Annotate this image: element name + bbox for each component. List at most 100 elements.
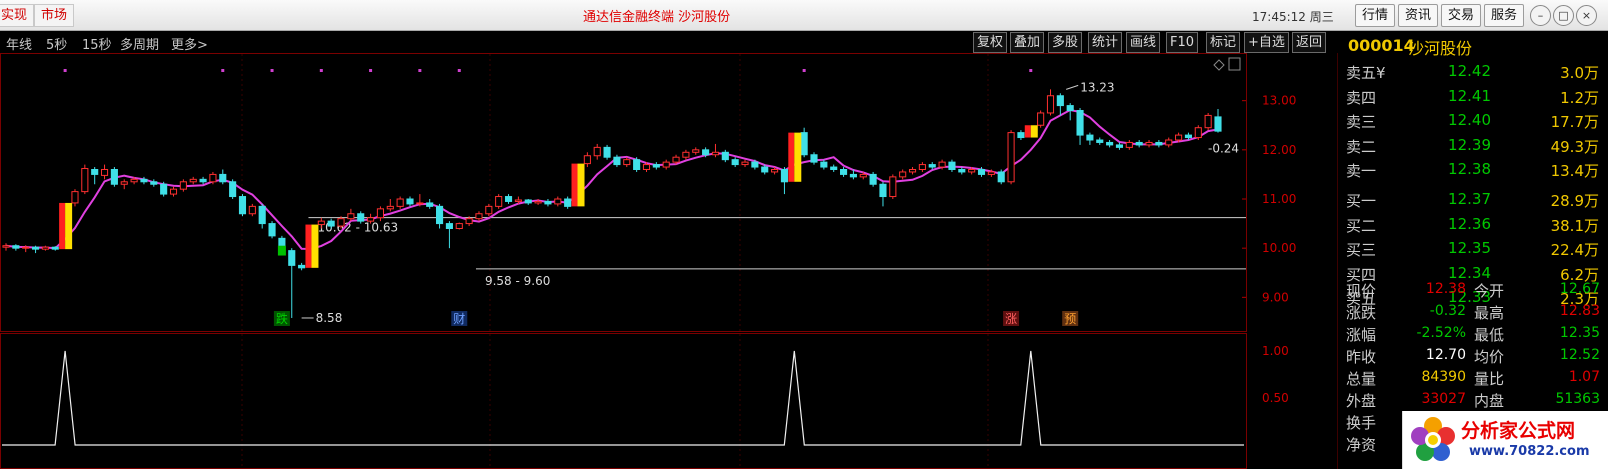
clock: 17:45:12 周三: [1252, 10, 1334, 24]
menu-trade[interactable]: 交易: [1441, 4, 1482, 27]
stat-label: 内盘: [1474, 392, 1505, 410]
stat-label: 最低: [1474, 326, 1505, 344]
stat-label: 昨收: [1346, 348, 1377, 366]
price-tick-label: 12.00: [1262, 143, 1296, 157]
orderbook-label: 买一: [1346, 192, 1377, 210]
kline-chart[interactable]: 10.62 - 10.639.58 - 9.60 13.238.58-0.24跌…: [0, 53, 1338, 469]
period-more[interactable]: 更多>: [171, 34, 208, 53]
signal-dot: [63, 69, 67, 72]
candle-body: [1194, 127, 1202, 139]
support-label: 9.58 - 9.60: [485, 274, 550, 288]
candle-body: [386, 205, 394, 210]
candle-body: [485, 205, 493, 215]
candle-body: [495, 196, 503, 207]
minimize-icon[interactable]: –: [1530, 5, 1551, 26]
candle-body: [1007, 132, 1015, 183]
stat-label: 换手: [1346, 414, 1377, 432]
period-15s[interactable]: 15秒: [82, 34, 112, 53]
orderbook-volume: 49.3万: [1550, 137, 1599, 156]
candle-body: [652, 164, 660, 168]
event-tag: 涨: [1005, 311, 1017, 326]
btn-f10[interactable]: F10: [1166, 32, 1199, 53]
orderbook-price: 12.35: [1448, 239, 1491, 258]
menu-quotes[interactable]: 行情: [1355, 4, 1396, 27]
candle-body: [780, 169, 788, 183]
candle-body: [22, 246, 30, 249]
period-5s[interactable]: 5秒: [46, 34, 67, 53]
candle-body: [879, 183, 887, 198]
btn-back[interactable]: 返回: [1292, 32, 1327, 53]
orderbook-label: 卖一: [1346, 162, 1377, 181]
signal-bar-yellow: [794, 132, 802, 182]
candle-body: [317, 220, 325, 226]
candle-body: [524, 199, 532, 204]
candle-body: [820, 161, 828, 168]
btn-add-watch[interactable]: +自选: [1244, 32, 1289, 53]
candle-body: [702, 149, 710, 156]
candle-body: [327, 220, 335, 227]
stat-label: 今开: [1474, 282, 1505, 300]
candle-body: [445, 223, 453, 229]
quote-panel: 000014 沙河股份 卖五¥ 12.42 3.0万 卖四 12.41 1.2万 卖三 12.…: [1340, 31, 1608, 469]
stat-value: -0.32: [1429, 303, 1466, 319]
event-tag: 财: [453, 312, 465, 326]
candle-body: [741, 161, 749, 166]
signal-bar-red: [1024, 125, 1031, 138]
btn-stats[interactable]: 统计: [1088, 32, 1123, 53]
tab-market[interactable]: 市场: [34, 4, 75, 27]
menu-news[interactable]: 资讯: [1398, 4, 1439, 27]
candle-body: [849, 173, 857, 178]
candle-body: [248, 205, 256, 215]
candle-body: [298, 264, 306, 269]
candle-body: [869, 173, 877, 185]
candle-body: [41, 246, 49, 250]
stat-value: 12.38: [1425, 281, 1466, 297]
candle-body: [751, 161, 759, 168]
stat-value: 12.83: [1559, 303, 1600, 319]
btn-multistock[interactable]: 多股: [1048, 32, 1083, 53]
event-tag: 预: [1064, 312, 1076, 326]
restore-icon[interactable]: □: [1553, 5, 1574, 26]
candle-body: [987, 171, 995, 175]
candle-body: [426, 202, 434, 207]
candle-body: [337, 218, 345, 227]
candle-body: [189, 178, 197, 183]
candle-body: [692, 149, 700, 153]
orderbook-volume: 13.4万: [1550, 162, 1599, 181]
candle-body: [81, 168, 89, 193]
candle-body: [593, 146, 601, 157]
candle-body: [179, 181, 187, 190]
candle-body: [199, 178, 207, 183]
candle-body: [277, 245, 286, 256]
period-multi[interactable]: 多周期: [120, 34, 159, 53]
signal-dot: [418, 69, 422, 72]
signal-bar-red: [571, 163, 578, 207]
menu-service[interactable]: 服务: [1484, 4, 1525, 27]
candle-body: [1155, 141, 1163, 146]
candle-body: [613, 156, 621, 166]
candle-body: [899, 171, 907, 178]
candle-body: [672, 156, 680, 163]
stat-label: 量比: [1474, 370, 1505, 388]
candle-body: [100, 169, 109, 176]
candle-body: [711, 151, 720, 156]
candle-body: [376, 208, 384, 219]
orderbook-label: 卖五¥: [1346, 64, 1386, 82]
btn-adjust[interactable]: 复权: [973, 32, 1008, 53]
orderbook-price: 12.37: [1448, 190, 1491, 208]
event-tag: 跌: [276, 311, 288, 326]
tab-partial[interactable]: 实现: [0, 4, 35, 27]
candle-body: [219, 173, 227, 183]
close-icon[interactable]: ×: [1576, 5, 1597, 26]
btn-overlay[interactable]: 叠加: [1010, 32, 1045, 53]
candle-body: [1165, 139, 1173, 146]
orderbook-price: 12.42: [1448, 62, 1491, 80]
candle-body: [229, 181, 237, 198]
btn-mark[interactable]: 标记: [1206, 32, 1241, 53]
candle-body: [761, 166, 769, 173]
period-year[interactable]: 年线: [6, 34, 32, 53]
price-tick-label: 9.00: [1262, 290, 1289, 304]
btn-draw[interactable]: 画线: [1126, 32, 1161, 53]
candle-body: [504, 196, 513, 202]
orderbook-volume: 38.1万: [1550, 216, 1599, 235]
